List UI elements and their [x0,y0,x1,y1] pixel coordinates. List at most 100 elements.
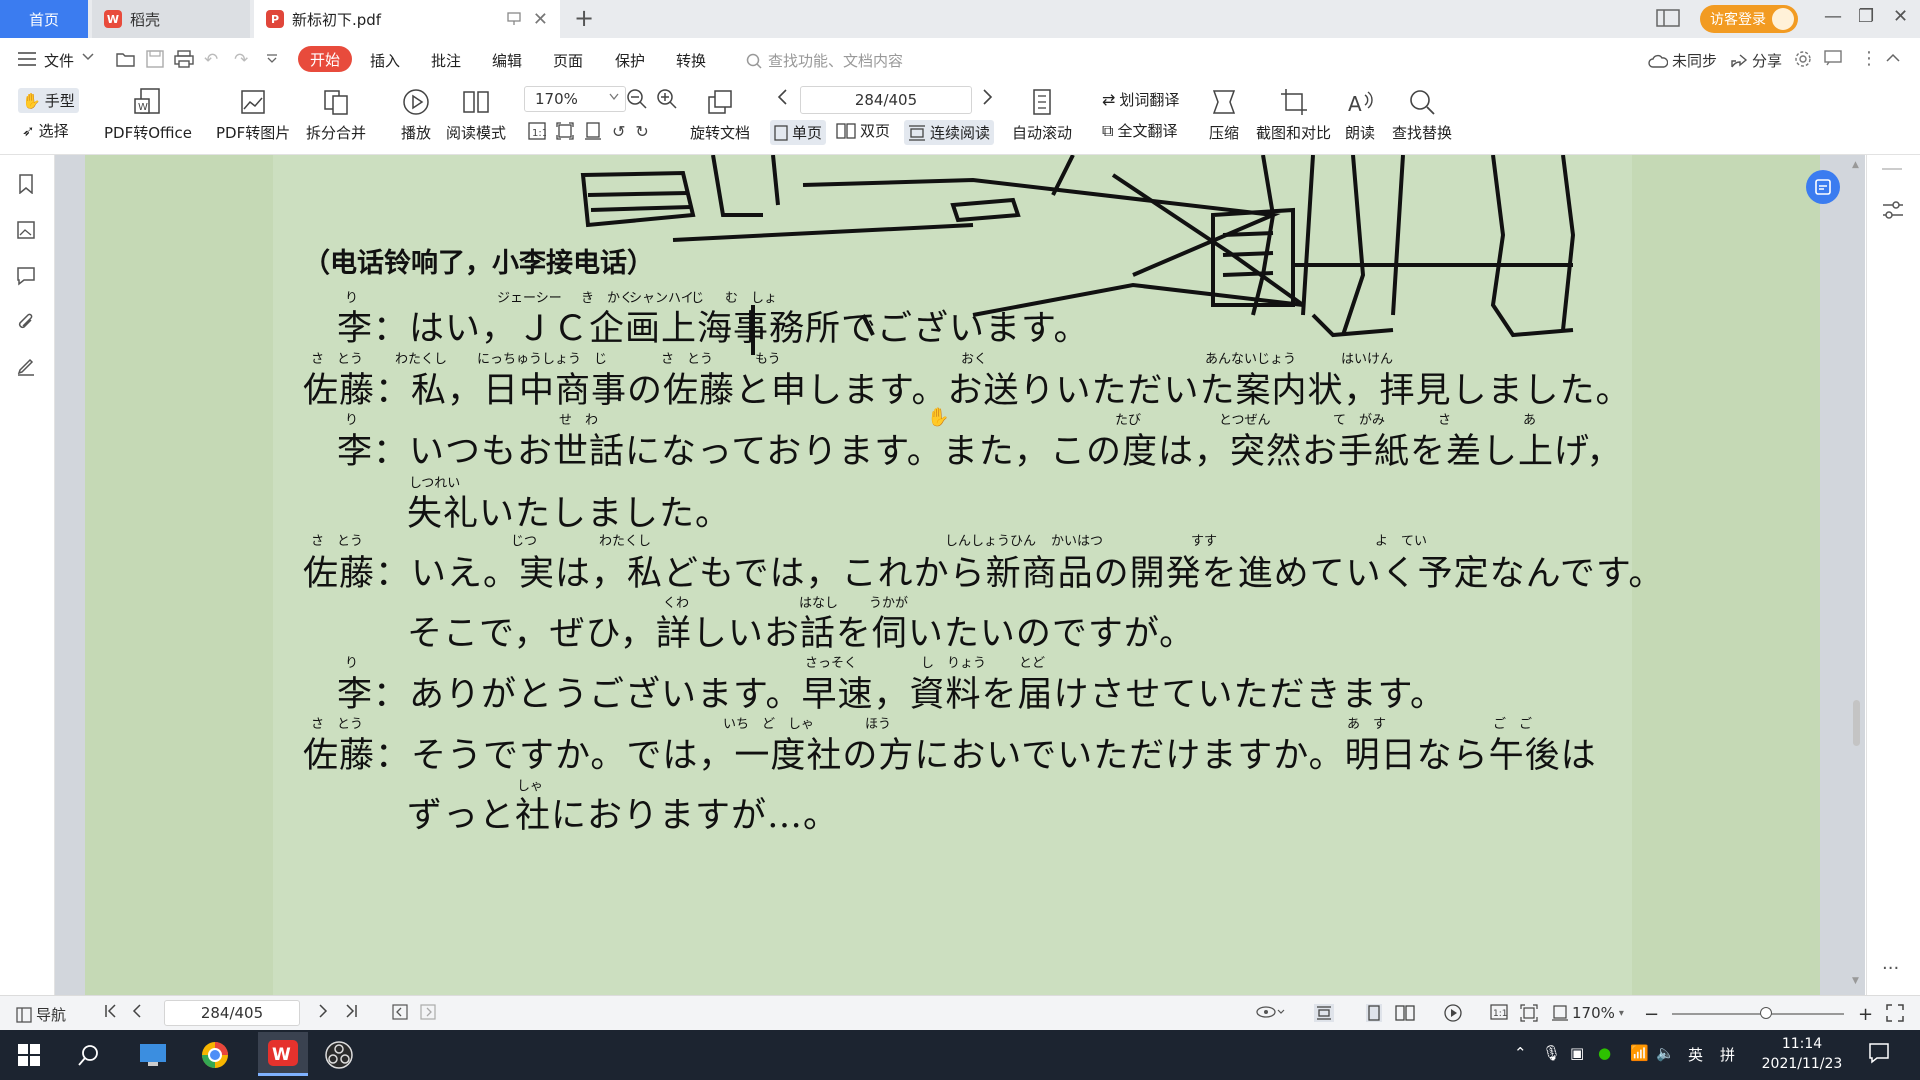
save-icon[interactable] [146,50,164,68]
menu-start[interactable]: 开始 [298,46,352,72]
properties-sliders-icon[interactable] [1882,200,1904,220]
obs-app-icon[interactable] [322,1038,356,1072]
window-layout-icon[interactable] [1656,8,1680,28]
full-translate-button[interactable]: ⧉ 全文翻译 [1102,120,1177,141]
prev-page-icon[interactable] [776,88,788,106]
document-viewport[interactable]: （电话铃响了，小李接电话） り ジェーシー き かく シャンハイ じ む しょ … [55,155,1865,995]
function-search[interactable]: 查找功能、文档内容 [746,50,903,71]
bookmark-icon[interactable] [16,174,36,194]
sync-status[interactable]: 未同步 [1648,50,1717,71]
menu-page[interactable]: 页面 [553,50,583,71]
compress-button[interactable]: 压缩 [1208,86,1240,143]
slideshow-play-icon[interactable] [1444,1004,1462,1022]
page-number-input[interactable]: 284/405 [800,86,972,114]
clock[interactable]: 11:14 2021/11/23 [1758,1034,1846,1074]
tab-document[interactable]: P 新标初下.pdf ✕ [254,0,560,38]
word-translate-button[interactable]: ⇄ 划词翻译 [1102,89,1179,110]
notification-icon[interactable] [1868,1042,1890,1064]
double-page-view-icon[interactable] [1394,1004,1416,1022]
actual-size-status-icon[interactable]: 1:1 [1490,1004,1508,1020]
restore-icon[interactable]: ❐ [1858,6,1874,27]
comment-icon[interactable] [16,266,36,286]
tab-daoke[interactable]: W 稻壳 [92,0,250,38]
scrollbar-thumb[interactable] [1853,700,1860,746]
taskbar-search-icon[interactable] [72,1038,106,1072]
display-icon[interactable]: ▣ [1570,1044,1584,1062]
fullscreen-icon[interactable] [1886,1004,1904,1022]
tray-expand-icon[interactable]: ⌃ [1514,1044,1527,1062]
rotate-left-icon[interactable]: ↺ [612,122,625,141]
close-window-icon[interactable]: ✕ [1893,6,1908,27]
pin-icon[interactable] [506,10,522,26]
zoom-slider-thumb[interactable] [1760,1007,1772,1019]
scroll-down-arrow-icon[interactable]: ▼ [1852,976,1859,986]
attachment-icon[interactable] [16,312,36,332]
split-merge-button[interactable]: 拆分合并 [306,86,366,143]
screenshot-compare-button[interactable]: 截图和对比 [1256,86,1331,143]
double-page-button[interactable]: 双页 [836,120,890,141]
pdf-to-office-button[interactable]: W PDF转Office [104,86,192,143]
zoom-out-status-icon[interactable]: − [1644,1004,1659,1025]
menu-file[interactable]: 文件 [44,50,74,71]
forward-view-icon[interactable] [420,1004,436,1020]
undo-icon[interactable]: ↶ [204,50,218,70]
more-menu-icon[interactable]: ⋮ [1860,48,1878,69]
single-page-button[interactable]: 单页 [770,120,827,145]
next-page-status-icon[interactable] [318,1004,328,1018]
hamburger-menu-icon[interactable] [18,52,36,66]
vertical-scrollbar[interactable]: ▲ ▼ [1850,160,1862,990]
wechat-icon[interactable]: ● [1598,1044,1611,1062]
new-tab-button[interactable]: + [574,4,594,32]
continuous-read-button[interactable]: 连续阅读 [904,120,995,145]
zoom-in-status-icon[interactable]: + [1858,1004,1873,1025]
back-view-icon[interactable] [392,1004,408,1020]
tab-home[interactable]: 首页 [0,0,88,38]
zoom-status-dropdown[interactable]: 170% ▾ [1552,1004,1624,1022]
single-page-view-icon[interactable] [1366,1004,1382,1022]
play-button[interactable]: 播放 [400,86,432,143]
wps-app-icon[interactable]: W [258,1032,308,1076]
zoom-in-icon[interactable] [656,88,678,110]
actual-size-icon[interactable]: 1:1 [528,122,546,141]
settings-gear-icon[interactable] [1794,50,1812,68]
print-icon[interactable] [174,50,194,68]
read-mode-button[interactable]: 阅读模式 [446,86,506,143]
find-replace-button[interactable]: 查找替换 [1392,86,1452,143]
menu-convert[interactable]: 转换 [676,50,706,71]
navigation-toggle[interactable]: 导航 [16,1004,66,1025]
auto-scroll-button[interactable]: 自动滚动 [1012,86,1072,143]
ime-mode[interactable]: 拼 [1720,1044,1735,1065]
continuous-view-icon[interactable] [1314,1004,1334,1022]
microphone-icon[interactable]: 🎙 [1542,1044,1561,1062]
more-options-icon[interactable]: ··· [1882,958,1899,979]
open-folder-icon[interactable] [116,50,136,68]
panel-drag-handle[interactable] [1882,168,1902,170]
browser-app-icon[interactable] [198,1038,232,1072]
menu-protect[interactable]: 保护 [615,50,645,71]
rotate-right-icon[interactable]: ↻ [635,122,648,141]
first-page-icon[interactable] [104,1004,118,1018]
close-tab-icon[interactable]: ✕ [533,9,548,30]
read-aloud-button[interactable]: A 朗读 [1344,86,1376,143]
zoom-select[interactable]: 170% [524,86,626,112]
rotate-document-button[interactable]: 旋转文档 [690,86,750,143]
status-page-input[interactable]: 284/405 [164,1000,300,1026]
thumbnail-icon[interactable] [16,220,36,240]
ime-language[interactable]: 英 [1688,1044,1703,1065]
pdf-to-image-button[interactable]: PDF转图片 [216,86,290,143]
menu-edit[interactable]: 编辑 [492,50,522,71]
next-page-icon[interactable] [982,88,994,106]
fit-page-icon[interactable] [556,122,574,141]
network-icon[interactable]: 📶 [1630,1044,1649,1062]
zoom-out-icon[interactable] [626,88,648,110]
volume-icon[interactable]: 🔈 [1656,1044,1675,1062]
redo-icon[interactable]: ↷ [234,50,248,70]
last-page-icon[interactable] [344,1004,358,1018]
floating-convert-button[interactable] [1806,170,1840,204]
collapse-ribbon-icon[interactable] [1886,52,1900,62]
feedback-icon[interactable] [1824,50,1842,66]
zoom-slider[interactable] [1672,1007,1844,1019]
previous-page-icon[interactable] [132,1004,142,1018]
scroll-up-arrow-icon[interactable]: ▲ [1852,160,1859,170]
quick-access-dropdown-icon[interactable] [266,54,278,64]
